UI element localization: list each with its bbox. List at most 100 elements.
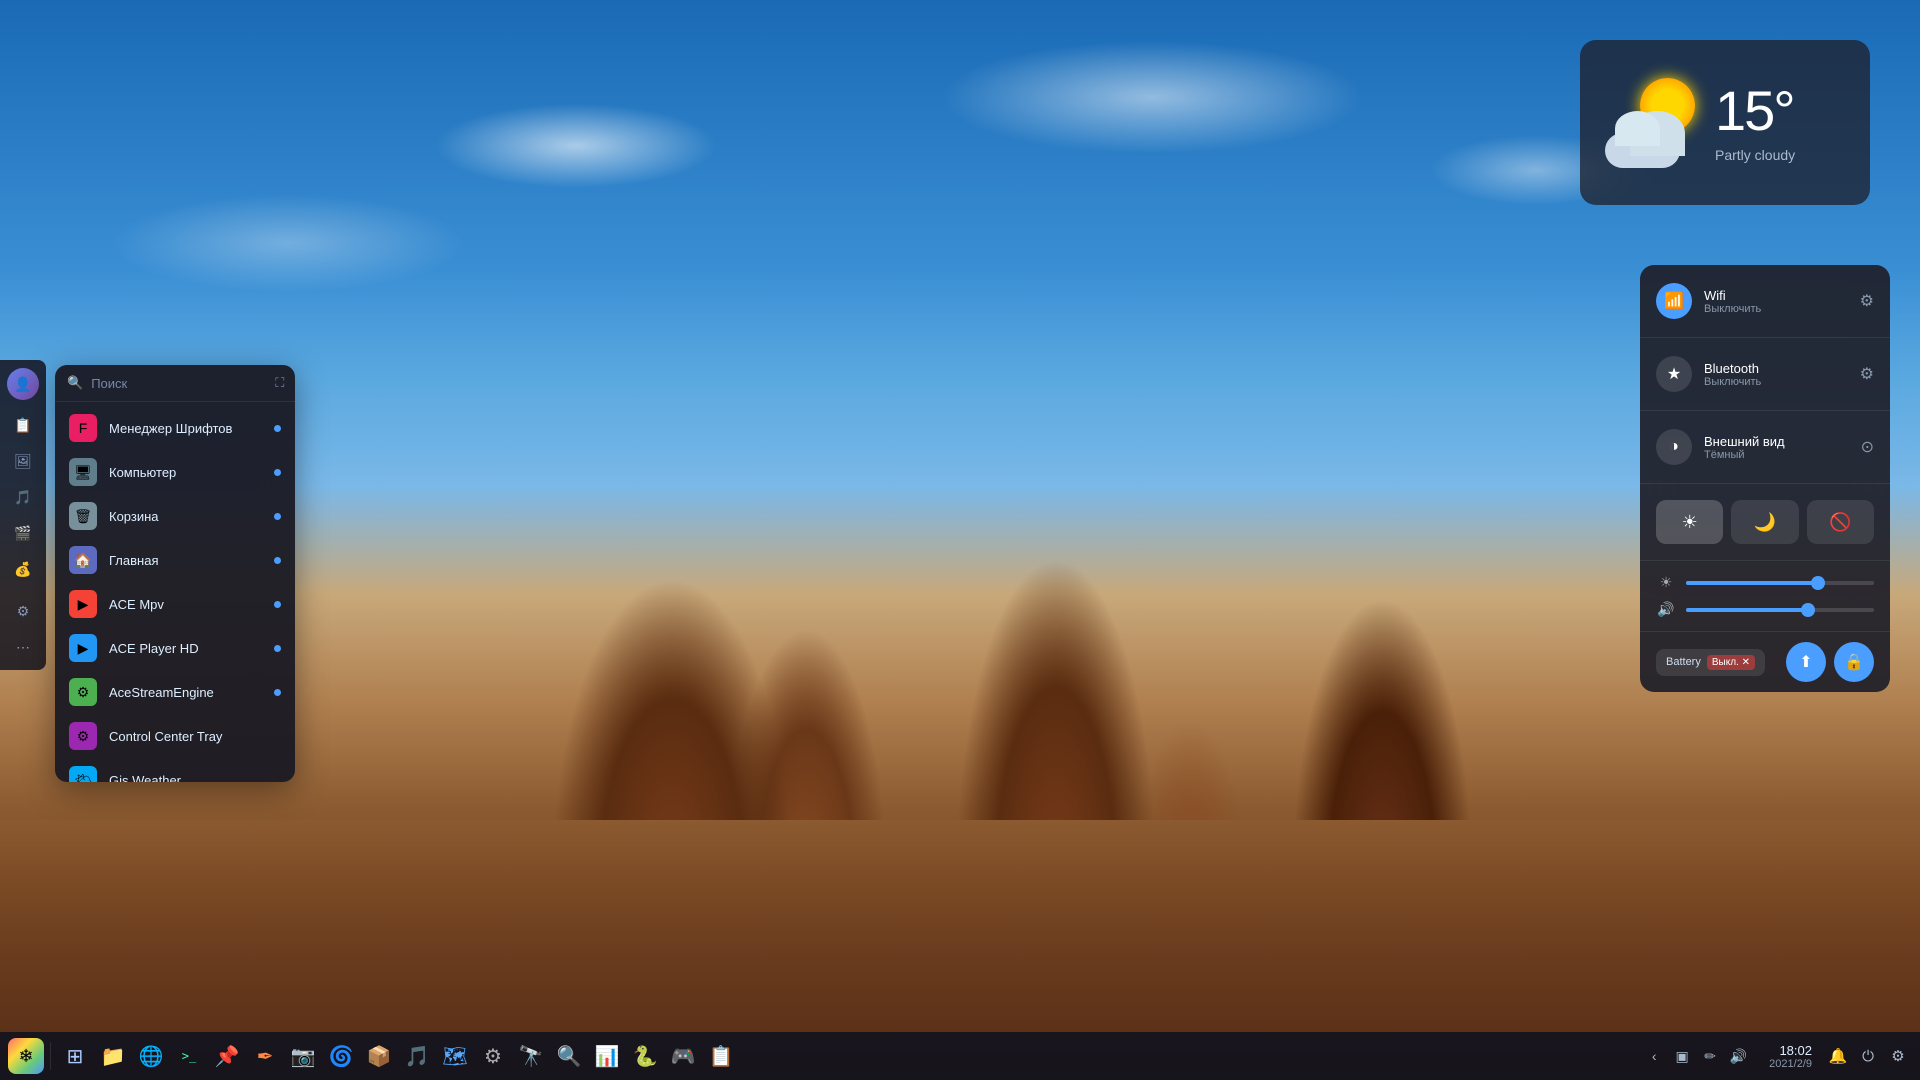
- brightness-row: ☀: [1656, 569, 1874, 596]
- ground: [0, 820, 1920, 1040]
- avatar-initial: 👤: [14, 376, 31, 393]
- app-item[interactable]: 🏠Главная: [55, 538, 295, 582]
- clock-date: 2021/2/9: [1769, 1058, 1812, 1070]
- app-item[interactable]: ▶ ACE Mpv: [55, 582, 295, 626]
- sidebar-more-icon[interactable]: ⋯: [8, 632, 38, 662]
- notification-icon[interactable]: 🔔: [1824, 1042, 1852, 1070]
- wifi-row[interactable]: 📶 Wifi Выключить ⚙: [1640, 273, 1890, 329]
- power-icon[interactable]: ⏻: [1854, 1042, 1882, 1070]
- music-button[interactable]: 🎵: [399, 1038, 435, 1074]
- sidebar-notes-icon[interactable]: 📋: [8, 410, 38, 440]
- cloud-icon: [1600, 113, 1685, 168]
- appearance-subtitle: Тёмный: [1704, 449, 1849, 461]
- night-mode-button[interactable]: 🌙: [1731, 500, 1798, 544]
- files-button[interactable]: 📁: [95, 1038, 131, 1074]
- app-item[interactable]: 🌤Gis Weather: [55, 758, 295, 782]
- activity-button[interactable]: 📊: [589, 1038, 625, 1074]
- bluetooth-row[interactable]: ★ Bluetooth Выключить ⚙: [1640, 346, 1890, 402]
- app-icon: 🖥: [69, 458, 97, 486]
- sound-slider[interactable]: [1686, 608, 1874, 612]
- sidebar-settings-icon[interactable]: ⚙: [8, 596, 38, 626]
- weather-temperature: 15°: [1715, 83, 1794, 139]
- wifi-text: Wifi Выключить: [1704, 288, 1848, 315]
- bluetooth-subtitle: Выключить: [1704, 376, 1848, 388]
- user-avatar[interactable]: 👤: [7, 368, 39, 400]
- appearance-text: Внешний вид Тёмный: [1704, 434, 1849, 461]
- system-clock[interactable]: 18:02 2021/2/9: [1761, 1043, 1820, 1070]
- expand-icon[interactable]: ⛶: [275, 375, 284, 391]
- editor-button[interactable]: ✒: [247, 1038, 283, 1074]
- off-mode-button[interactable]: 🚫: [1807, 500, 1874, 544]
- multitask-button[interactable]: ⊞: [57, 1038, 93, 1074]
- search3-button[interactable]: 🔍: [551, 1038, 587, 1074]
- app-icon: ⚙: [69, 722, 97, 750]
- discover-button[interactable]: 🔭: [513, 1038, 549, 1074]
- app-running-dot: [274, 513, 281, 520]
- tray-screen-icon[interactable]: ▣: [1671, 1045, 1693, 1067]
- pin-button[interactable]: 📌: [209, 1038, 245, 1074]
- archive-button[interactable]: 📦: [361, 1038, 397, 1074]
- edge-button[interactable]: 🌐: [133, 1038, 169, 1074]
- app-name: Компьютер: [109, 465, 262, 480]
- sidebar-video-icon[interactable]: 🎬: [8, 518, 38, 548]
- sound-icon: 🔊: [1656, 601, 1676, 618]
- bright-mode-button[interactable]: ☀: [1656, 500, 1723, 544]
- wifi-section: 📶 Wifi Выключить ⚙: [1640, 265, 1890, 338]
- sliders-section: ☀ 🔊: [1640, 561, 1890, 632]
- start-button[interactable]: ❄: [8, 1038, 44, 1074]
- tray-chevron-icon[interactable]: ‹: [1643, 1045, 1665, 1067]
- maps-button[interactable]: 🗺: [437, 1038, 473, 1074]
- brightness-slider[interactable]: [1686, 581, 1874, 585]
- app-name: Менеджер Шрифтов: [109, 421, 262, 436]
- app-icon: 🗑: [69, 502, 97, 530]
- battery-badge: Battery Выкл. ✕: [1656, 649, 1765, 676]
- app-item[interactable]: FМенеджер Шрифтов: [55, 406, 295, 450]
- appearance-title: Внешний вид: [1704, 434, 1849, 449]
- sidebar-photos-icon[interactable]: 🖼: [8, 446, 38, 476]
- wifi-title: Wifi: [1704, 288, 1848, 303]
- sound-row: 🔊: [1656, 596, 1874, 623]
- browser2-button[interactable]: 🌀: [323, 1038, 359, 1074]
- tray-volume-icon[interactable]: 🔊: [1727, 1045, 1749, 1067]
- app-menu: 🔍 ⛶ FМенеджер Шрифтов 🖥 Компьютер 🗑 Корзина 🏠…: [55, 365, 295, 782]
- app-name: Корзина: [109, 509, 262, 524]
- app-item[interactable]: ⚙AceStreamEngine: [55, 670, 295, 714]
- app-item[interactable]: ⚙ Control Center Tray: [55, 714, 295, 758]
- search-icon: 🔍: [67, 375, 83, 391]
- lock-button[interactable]: 🔒: [1834, 642, 1874, 682]
- taskbar: ❄ ⊞📁🌐>_📌✒📷🌀📦🎵🗺⚙🔭🔍📊🐍🎮📋 ‹ ▣ ✏ 🔊 18:02 2021…: [0, 1032, 1920, 1080]
- appearance-gear-icon[interactable]: ⊙: [1861, 437, 1874, 457]
- appearance-row[interactable]: ◑ Внешний вид Тёмный ⊙: [1640, 419, 1890, 475]
- notes-button[interactable]: 📋: [703, 1038, 739, 1074]
- weather-widget[interactable]: 15° Partly cloudy: [1580, 40, 1870, 205]
- tray-pen-icon[interactable]: ✏: [1699, 1045, 1721, 1067]
- app-running-dot: [274, 425, 281, 432]
- sidebar-finance-icon[interactable]: 💰: [8, 554, 38, 584]
- terminal-button[interactable]: >_: [171, 1038, 207, 1074]
- bluetooth-gear-icon[interactable]: ⚙: [1860, 364, 1874, 384]
- python-button[interactable]: 🐍: [627, 1038, 663, 1074]
- bluetooth-title: Bluetooth: [1704, 361, 1848, 376]
- search-input[interactable]: [91, 376, 267, 391]
- sidebar-music-icon[interactable]: 🎵: [8, 482, 38, 512]
- control-panel: 📶 Wifi Выключить ⚙ ★ Bluetooth Выключить…: [1640, 265, 1890, 692]
- taskbar-icons: ⊞📁🌐>_📌✒📷🌀📦🎵🗺⚙🔭🔍📊🐍🎮📋: [57, 1038, 739, 1074]
- sys-settings-icon[interactable]: ⚙: [1884, 1042, 1912, 1070]
- camera-button[interactable]: 📷: [285, 1038, 321, 1074]
- app-item[interactable]: ▶ACE Player HD: [55, 626, 295, 670]
- app-item[interactable]: 🖥 Компьютер: [55, 450, 295, 494]
- app-list: FМенеджер Шрифтов 🖥 Компьютер 🗑 Корзина 🏠Глав…: [55, 402, 295, 782]
- wifi-gear-icon[interactable]: ⚙: [1860, 291, 1874, 311]
- settings-button[interactable]: ⚙: [475, 1038, 511, 1074]
- wifi-icon: 📶: [1656, 283, 1692, 319]
- game-button[interactable]: 🎮: [665, 1038, 701, 1074]
- app-running-dot: [274, 557, 281, 564]
- app-name: ACE Mpv: [109, 597, 262, 612]
- left-sidebar: 👤 📋 🖼 🎵 🎬 💰 ⚙ ⋯: [0, 360, 46, 670]
- app-item[interactable]: 🗑 Корзина: [55, 494, 295, 538]
- upload-button[interactable]: ⬆: [1786, 642, 1826, 682]
- app-running-dot: [274, 469, 281, 476]
- app-name: Control Center Tray: [109, 729, 281, 744]
- battery-status: Выкл. ✕: [1707, 655, 1755, 670]
- app-icon: ▶: [69, 590, 97, 618]
